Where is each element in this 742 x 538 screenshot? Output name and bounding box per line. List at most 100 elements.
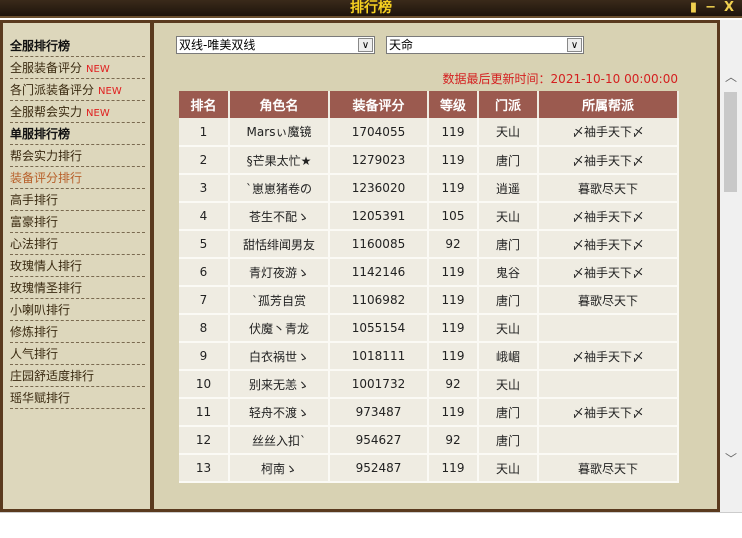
sidebar-item-label: 高手排行 xyxy=(10,193,59,207)
table-cell: 1205391 xyxy=(329,202,429,231)
scroll-up-icon[interactable]: ︿ xyxy=(722,68,740,86)
server-value: 天命 xyxy=(389,38,414,52)
table-cell: 9 xyxy=(179,342,230,371)
table-cell: 119 xyxy=(428,286,479,315)
table-row: 12 丝丝入扣` 954627 92 唐门 xyxy=(179,426,679,455)
sidebar-item[interactable]: 修炼排行 xyxy=(10,321,145,343)
table-cell: 天山 xyxy=(478,370,539,399)
table-cell: 1 xyxy=(179,118,230,147)
sidebar-item-label: 富豪排行 xyxy=(10,215,59,229)
chevron-down-icon[interactable]: ∨ xyxy=(358,38,373,52)
sidebar-item-label: 玫瑰情圣排行 xyxy=(10,281,83,295)
sidebar-item-label: 各门派装备评分 xyxy=(10,83,95,97)
table-row: 9 白衣祸世ゝ 1018111 119 峨嵋 〆袖手天下〆 xyxy=(179,342,679,371)
table-cell: 〆袖手天下〆 xyxy=(538,398,679,427)
table-row: 10 别来无恙ゝ 1001732 92 天山 xyxy=(179,370,679,399)
table-cell: 〆袖手天下〆 xyxy=(538,342,679,371)
table-cell: 13 xyxy=(179,454,230,483)
column-header: 门派 xyxy=(478,91,539,118)
table-cell: 12 xyxy=(179,426,230,455)
sidebar-item[interactable]: 庄园舒适度排行 xyxy=(10,365,145,387)
region-select[interactable]: 双线-唯美双线 ∨ xyxy=(176,36,375,54)
sidebar-item[interactable]: 心法排行 xyxy=(10,233,145,255)
window-title: 排行榜 xyxy=(350,0,392,16)
table-cell: 甜恬绯闻男友 xyxy=(229,230,330,259)
table-cell: `孤芳自赏 xyxy=(229,286,330,315)
table-cell: 天山 xyxy=(478,202,539,231)
sidebar-item-label: 全服装备评分 xyxy=(10,61,83,75)
table-row: 3 `崽崽猪卷の 1236020 119 逍遥 暮歌尽天下 xyxy=(179,174,679,203)
table-cell: 〆袖手天下〆 xyxy=(538,118,679,147)
sidebar-item[interactable]: 各门派装备评分 NEW xyxy=(10,79,145,101)
chevron-down-icon[interactable]: ∨ xyxy=(567,38,582,52)
table-cell: 119 xyxy=(428,398,479,427)
table-cell: 苍生不配ゝ xyxy=(229,202,330,231)
column-header: 排名 xyxy=(179,91,230,118)
table-cell: 暮歌尽天下 xyxy=(538,454,679,483)
sidebar-item-label: 全服排行榜 xyxy=(10,39,71,53)
table-cell: 白衣祸世ゝ xyxy=(229,342,330,371)
table-row: 11 轻舟不渡ゝ 973487 119 唐门 〆袖手天下〆 xyxy=(179,398,679,427)
table-cell: 1160085 xyxy=(329,230,429,259)
sidebar-item[interactable]: 帮会实力排行 xyxy=(10,145,145,167)
table-cell: 1055154 xyxy=(329,314,429,343)
table-cell: 伏魔丶青龙 xyxy=(229,314,330,343)
table-cell: 119 xyxy=(428,174,479,203)
pin-icon[interactable]: ▮ xyxy=(690,0,697,16)
table-cell: 〆袖手天下〆 xyxy=(538,258,679,287)
table-cell: 1001732 xyxy=(329,370,429,399)
server-select[interactable]: 天命 ∨ xyxy=(386,36,584,54)
table-cell: 119 xyxy=(428,314,479,343)
table-cell: 暮歌尽天下 xyxy=(538,174,679,203)
sidebar-item-label: 修炼排行 xyxy=(10,325,59,339)
sidebar-item-label: 人气排行 xyxy=(10,347,59,361)
scroll-thumb[interactable] xyxy=(724,92,737,192)
sidebar-item[interactable]: 瑶华赋排行 xyxy=(10,387,145,409)
close-button[interactable]: X xyxy=(724,0,734,16)
sidebar-item[interactable]: 全服帮会实力 NEW xyxy=(10,101,145,123)
sidebar-item[interactable]: 小喇叭排行 xyxy=(10,299,145,321)
table-cell xyxy=(538,370,679,399)
table-cell: 唐门 xyxy=(478,398,539,427)
table-cell: 暮歌尽天下 xyxy=(538,286,679,315)
minimize-button[interactable]: − xyxy=(705,0,716,16)
table-cell: 轻舟不渡ゝ xyxy=(229,398,330,427)
sidebar-item[interactable]: 高手排行 xyxy=(10,189,145,211)
table-cell: 1236020 xyxy=(329,174,429,203)
table-cell: `崽崽猪卷の xyxy=(229,174,330,203)
new-badge: NEW xyxy=(98,86,122,97)
column-header: 角色名 xyxy=(229,91,330,118)
scroll-down-icon[interactable]: ﹀ xyxy=(722,450,740,468)
sidebar-item[interactable]: 装备评分排行 xyxy=(10,167,145,189)
table-cell: 119 xyxy=(428,342,479,371)
table-cell: Marsぃ魔镜 xyxy=(229,118,330,147)
main-panel: 双线-唯美双线 ∨ 天命 ∨ 数据最后更新时间：2021-10-10 00:00… xyxy=(154,23,717,509)
table-cell: 92 xyxy=(428,370,479,399)
sidebar-item-label: 单服排行榜 xyxy=(10,127,71,141)
table-cell: 唐门 xyxy=(478,426,539,455)
sidebar-item-label: 装备评分排行 xyxy=(10,171,83,185)
sidebar-item[interactable]: 人气排行 xyxy=(10,343,145,365)
table-cell: 119 xyxy=(428,146,479,175)
table-cell: 8 xyxy=(179,314,230,343)
new-badge: NEW xyxy=(86,108,110,119)
table-cell: 峨嵋 xyxy=(478,342,539,371)
scrollbar[interactable]: ︿ ﹀ xyxy=(720,20,742,512)
sidebar-item[interactable]: 富豪排行 xyxy=(10,211,145,233)
table-cell: 954627 xyxy=(329,426,429,455)
sidebar-item[interactable]: 玫瑰情人排行 xyxy=(10,255,145,277)
sidebar-item: 单服排行榜 xyxy=(10,123,145,145)
table-cell: 6 xyxy=(179,258,230,287)
table-cell: 119 xyxy=(428,258,479,287)
table-cell: 4 xyxy=(179,202,230,231)
table-cell: 青灯夜游ゝ xyxy=(229,258,330,287)
table-cell: 天山 xyxy=(478,118,539,147)
table-row: 5 甜恬绯闻男友 1160085 92 唐门 〆袖手天下〆 xyxy=(179,230,679,259)
sidebar-item[interactable]: 全服装备评分 NEW xyxy=(10,57,145,79)
table-cell: 鬼谷 xyxy=(478,258,539,287)
sidebar-item[interactable]: 玫瑰情圣排行 xyxy=(10,277,145,299)
table-cell: 逍遥 xyxy=(478,174,539,203)
sidebar-item-label: 心法排行 xyxy=(10,237,59,251)
table-cell: 7 xyxy=(179,286,230,315)
table-cell: 天山 xyxy=(478,314,539,343)
